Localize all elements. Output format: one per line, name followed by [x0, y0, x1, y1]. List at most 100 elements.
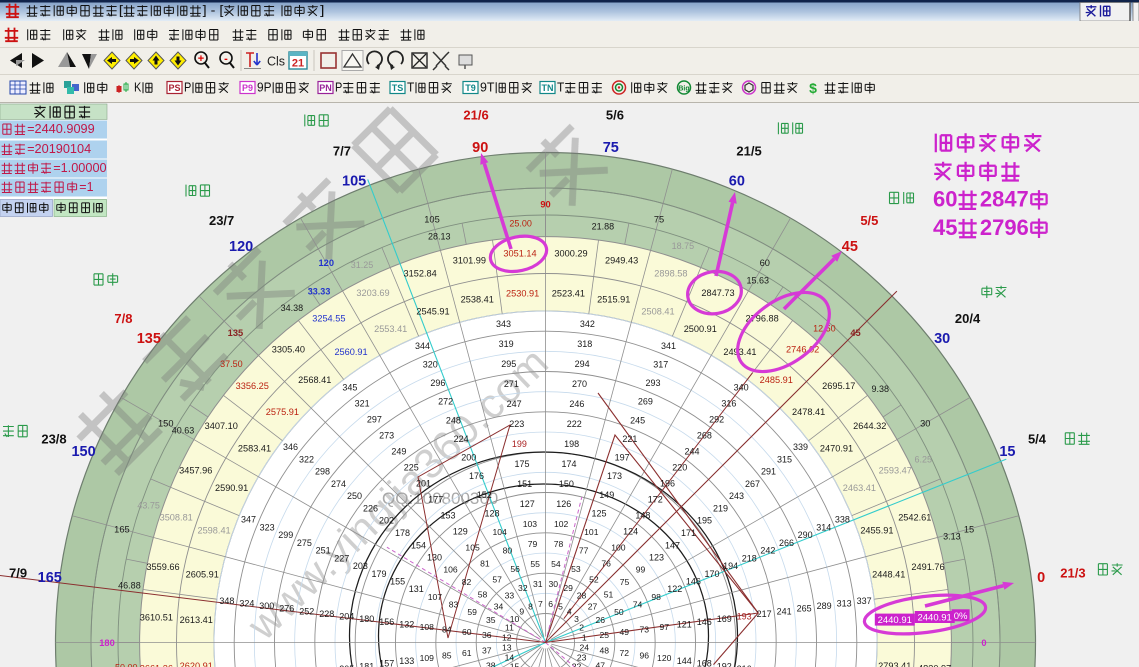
- svg-text:60: 60: [729, 174, 745, 190]
- svg-text:3610.51: 3610.51: [140, 612, 173, 622]
- svg-text:2583.41: 2583.41: [238, 443, 271, 453]
- svg-text:2620.91: 2620.91: [180, 661, 213, 667]
- svg-text:341: 341: [661, 341, 676, 351]
- svg-text:7/9: 7/9: [9, 566, 27, 581]
- svg-text:7/8: 7/8: [114, 311, 132, 326]
- svg-text:342: 342: [580, 319, 595, 329]
- svg-text:320: 320: [423, 359, 438, 369]
- svg-text:295: 295: [501, 359, 516, 369]
- svg-text:21.88: 21.88: [592, 222, 615, 232]
- svg-text:=2440.9099: =2440.9099: [27, 121, 95, 136]
- svg-text:198: 198: [564, 439, 579, 449]
- svg-text:61: 61: [462, 648, 472, 658]
- svg-text:90: 90: [540, 199, 550, 209]
- svg-text:345: 345: [342, 383, 357, 393]
- svg-text:228: 228: [319, 609, 334, 619]
- svg-text:28.13: 28.13: [428, 231, 451, 241]
- svg-text:103: 103: [523, 519, 538, 529]
- svg-text:3508.81: 3508.81: [160, 513, 193, 523]
- svg-text:153: 153: [441, 511, 456, 521]
- svg-text:347: 347: [241, 515, 256, 525]
- svg-text:12: 12: [502, 632, 512, 642]
- svg-text:131: 131: [409, 584, 424, 594]
- svg-text:76: 76: [601, 559, 611, 569]
- svg-text:2793.41: 2793.41: [878, 661, 911, 667]
- svg-text:85: 85: [442, 651, 452, 661]
- svg-text:271: 271: [504, 379, 519, 389]
- svg-text:315: 315: [777, 454, 792, 464]
- svg-text:]: ]: [320, 3, 324, 18]
- svg-text:27: 27: [588, 602, 598, 612]
- svg-text:174: 174: [562, 459, 577, 469]
- svg-text:2485.91: 2485.91: [760, 375, 793, 385]
- svg-text:45: 45: [933, 215, 958, 240]
- svg-text:100: 100: [611, 543, 626, 553]
- svg-text:] - [: ] - [: [203, 3, 224, 18]
- svg-text:15: 15: [964, 524, 974, 534]
- svg-text:3559.66: 3559.66: [146, 562, 179, 572]
- svg-text:126: 126: [556, 499, 571, 509]
- svg-text:60: 60: [462, 627, 472, 637]
- svg-text:244: 244: [685, 447, 700, 457]
- svg-text:37.50: 37.50: [220, 359, 243, 369]
- svg-text:57: 57: [492, 575, 502, 585]
- svg-text:=1.00000: =1.00000: [53, 160, 106, 175]
- svg-text:3.13: 3.13: [943, 532, 961, 542]
- svg-text:2949.43: 2949.43: [605, 255, 638, 265]
- svg-text:3407.10: 3407.10: [205, 421, 238, 431]
- svg-text:25.00: 25.00: [509, 219, 532, 229]
- svg-text:227: 227: [334, 553, 349, 563]
- svg-text:74: 74: [633, 599, 643, 609]
- svg-text:150: 150: [559, 479, 574, 489]
- svg-text:267: 267: [745, 479, 760, 489]
- svg-text:9: 9: [519, 607, 524, 617]
- svg-text:48: 48: [599, 645, 609, 655]
- svg-text:292: 292: [709, 415, 724, 425]
- svg-text:2598.41: 2598.41: [197, 525, 230, 535]
- svg-text:201: 201: [416, 479, 431, 489]
- svg-text:TS: TS: [392, 83, 404, 93]
- svg-text:40.63: 40.63: [172, 426, 195, 436]
- svg-text:297: 297: [367, 415, 382, 425]
- svg-text:26: 26: [595, 615, 605, 625]
- svg-text:197: 197: [615, 453, 630, 463]
- svg-text:[: [: [119, 3, 124, 18]
- svg-text:204: 204: [339, 612, 354, 622]
- svg-text:2515.91: 2515.91: [597, 295, 630, 305]
- svg-text:2553.41: 2553.41: [374, 324, 407, 334]
- svg-text:3: 3: [574, 614, 579, 624]
- svg-text:T: T: [557, 80, 564, 95]
- svg-text:3051.14: 3051.14: [503, 249, 536, 259]
- svg-text:2644.32: 2644.32: [853, 421, 886, 431]
- svg-text:290: 290: [798, 530, 813, 540]
- svg-text:50.00: 50.00: [115, 663, 138, 667]
- svg-text:200: 200: [461, 453, 476, 463]
- svg-text:323: 323: [260, 522, 275, 532]
- svg-text:2593.47: 2593.47: [879, 465, 912, 475]
- svg-text:316: 316: [721, 399, 736, 409]
- svg-text:47: 47: [595, 660, 605, 667]
- svg-text:3457.96: 3457.96: [179, 465, 212, 475]
- svg-text:99: 99: [636, 565, 646, 575]
- svg-text:148: 148: [635, 511, 650, 521]
- svg-text:175: 175: [514, 459, 529, 469]
- svg-text:152: 152: [477, 490, 492, 500]
- svg-text:3203.69: 3203.69: [356, 288, 389, 298]
- svg-text:249: 249: [391, 447, 406, 457]
- svg-text:154: 154: [411, 540, 426, 550]
- svg-text:2523.41: 2523.41: [552, 289, 585, 299]
- svg-text:2530.91: 2530.91: [506, 289, 539, 299]
- svg-text:274: 274: [331, 479, 346, 489]
- svg-text:145: 145: [697, 617, 712, 627]
- svg-text:151: 151: [517, 479, 532, 489]
- svg-text:30: 30: [548, 579, 558, 589]
- svg-text:217: 217: [757, 609, 772, 619]
- svg-text:105: 105: [424, 214, 440, 224]
- svg-text:23/7: 23/7: [209, 213, 234, 228]
- svg-text:P: P: [335, 80, 342, 95]
- svg-text:T9: T9: [465, 83, 476, 93]
- svg-text:11: 11: [505, 623, 514, 633]
- svg-text:157: 157: [379, 659, 394, 667]
- svg-text:28: 28: [577, 591, 587, 601]
- svg-text:2493.41: 2493.41: [723, 347, 756, 357]
